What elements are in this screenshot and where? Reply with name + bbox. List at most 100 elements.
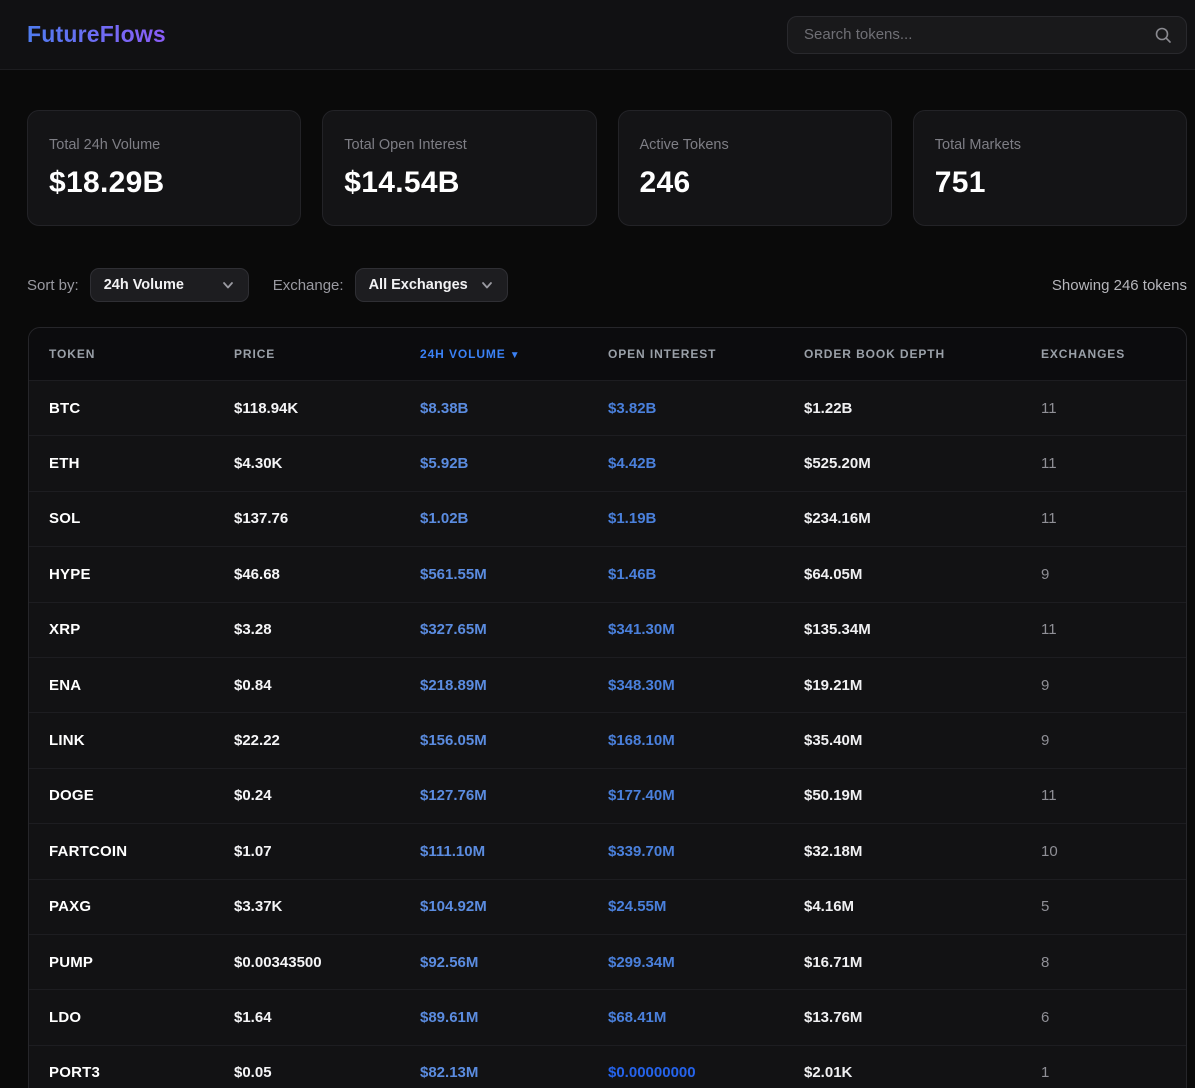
token-volume: $82.13M: [420, 1064, 608, 1081]
token-price: $3.28: [234, 621, 420, 638]
table-row[interactable]: XRP $3.28 $327.65M $341.30M $135.34M 11: [29, 602, 1186, 657]
stat-value: 751: [935, 166, 1165, 200]
sort-dropdown[interactable]: 24h Volume: [90, 268, 249, 302]
chevron-down-icon: [480, 278, 494, 292]
column-header-exchanges[interactable]: EXCHANGES: [1041, 347, 1166, 361]
table-row[interactable]: ETH $4.30K $5.92B $4.42B $525.20M 11: [29, 435, 1186, 490]
token-open-interest: $0.00000000: [608, 1064, 804, 1081]
token-depth: $50.19M: [804, 787, 1041, 804]
exchange-dropdown[interactable]: All Exchanges: [355, 268, 508, 302]
token-symbol: PORT3: [49, 1064, 234, 1081]
exchange-dropdown-value: All Exchanges: [369, 277, 468, 293]
column-header-order-book-depth[interactable]: ORDER BOOK DEPTH: [804, 347, 1041, 361]
token-depth: $64.05M: [804, 566, 1041, 583]
table-row[interactable]: PUMP $0.00343500 $92.56M $299.34M $16.71…: [29, 934, 1186, 989]
app-logo: FutureFlows: [27, 21, 166, 48]
column-header-24h-volume[interactable]: 24H VOLUME▼: [420, 347, 608, 361]
token-depth: $13.76M: [804, 1009, 1041, 1026]
table-row[interactable]: ENA $0.84 $218.89M $348.30M $19.21M 9: [29, 657, 1186, 712]
search-box: [787, 16, 1187, 54]
stats-row: Total 24h Volume $18.29B Total Open Inte…: [27, 110, 1187, 226]
token-depth: $32.18M: [804, 843, 1041, 860]
token-price: $0.00343500: [234, 954, 420, 971]
token-exchanges: 11: [1041, 510, 1166, 527]
column-header-open-interest[interactable]: OPEN INTEREST: [608, 347, 804, 361]
token-volume: $104.92M: [420, 898, 608, 915]
table-row[interactable]: LDO $1.64 $89.61M $68.41M $13.76M 6: [29, 989, 1186, 1044]
table-row[interactable]: FARTCOIN $1.07 $111.10M $339.70M $32.18M…: [29, 823, 1186, 878]
token-price: $0.84: [234, 677, 420, 694]
table-row[interactable]: PORT3 $0.05 $82.13M $0.00000000 $2.01K 1: [29, 1045, 1186, 1088]
token-price: $46.68: [234, 566, 420, 583]
exchange-label: Exchange:: [273, 277, 344, 294]
token-volume: $156.05M: [420, 732, 608, 749]
table-header: TOKENPRICE24H VOLUME▼OPEN INTERESTORDER …: [29, 328, 1186, 380]
token-open-interest: $1.46B: [608, 566, 804, 583]
token-depth: $525.20M: [804, 455, 1041, 472]
token-symbol: ETH: [49, 455, 234, 472]
stat-label: Total Open Interest: [344, 137, 574, 153]
token-volume: $127.76M: [420, 787, 608, 804]
table-row[interactable]: DOGE $0.24 $127.76M $177.40M $50.19M 11: [29, 768, 1186, 823]
token-open-interest: $177.40M: [608, 787, 804, 804]
table-row[interactable]: HYPE $46.68 $561.55M $1.46B $64.05M 9: [29, 546, 1186, 601]
token-depth: $35.40M: [804, 732, 1041, 749]
table-row[interactable]: PAXG $3.37K $104.92M $24.55M $4.16M 5: [29, 879, 1186, 934]
token-exchanges: 11: [1041, 787, 1166, 804]
stat-card-active-tokens: Active Tokens 246: [618, 110, 892, 226]
token-symbol: LINK: [49, 732, 234, 749]
token-volume: $561.55M: [420, 566, 608, 583]
column-header-price[interactable]: PRICE: [234, 347, 420, 361]
token-open-interest: $168.10M: [608, 732, 804, 749]
token-symbol: ENA: [49, 677, 234, 694]
token-exchanges: 11: [1041, 455, 1166, 472]
token-symbol: DOGE: [49, 787, 234, 804]
token-open-interest: $341.30M: [608, 621, 804, 638]
token-depth: $16.71M: [804, 954, 1041, 971]
stat-value: $14.54B: [344, 166, 574, 200]
token-open-interest: $4.42B: [608, 455, 804, 472]
controls-row: Sort by: 24h Volume Exchange: All Exchan…: [27, 268, 1187, 302]
token-volume: $5.92B: [420, 455, 608, 472]
token-price: $22.22: [234, 732, 420, 749]
token-volume: $8.38B: [420, 400, 608, 417]
table-row[interactable]: SOL $137.76 $1.02B $1.19B $234.16M 11: [29, 491, 1186, 546]
table-row[interactable]: BTC $118.94K $8.38B $3.82B $1.22B 11: [29, 380, 1186, 435]
token-depth: $1.22B: [804, 400, 1041, 417]
token-exchanges: 11: [1041, 621, 1166, 638]
token-price: $1.07: [234, 843, 420, 860]
table-row[interactable]: LINK $22.22 $156.05M $168.10M $35.40M 9: [29, 712, 1186, 767]
token-open-interest: $3.82B: [608, 400, 804, 417]
token-depth: $19.21M: [804, 677, 1041, 694]
stat-card-total-markets: Total Markets 751: [913, 110, 1187, 226]
token-volume: $111.10M: [420, 843, 608, 860]
token-price: $4.30K: [234, 455, 420, 472]
token-volume: $92.56M: [420, 954, 608, 971]
token-volume: $218.89M: [420, 677, 608, 694]
top-bar: FutureFlows: [0, 0, 1195, 70]
tokens-table: TOKENPRICE24H VOLUME▼OPEN INTERESTORDER …: [28, 327, 1187, 1088]
token-symbol: FARTCOIN: [49, 843, 234, 860]
table-body: BTC $118.94K $8.38B $3.82B $1.22B 11 ETH…: [29, 380, 1186, 1088]
token-exchanges: 8: [1041, 954, 1166, 971]
search-icon: [1153, 25, 1173, 45]
sort-dropdown-value: 24h Volume: [104, 277, 184, 293]
stat-label: Active Tokens: [640, 137, 870, 153]
column-header-token[interactable]: TOKEN: [49, 347, 234, 361]
search-input[interactable]: [787, 16, 1187, 54]
stat-card-total-volume: Total 24h Volume $18.29B: [27, 110, 301, 226]
token-price: $1.64: [234, 1009, 420, 1026]
token-depth: $135.34M: [804, 621, 1041, 638]
token-depth: $2.01K: [804, 1064, 1041, 1081]
token-volume: $327.65M: [420, 621, 608, 638]
token-symbol: HYPE: [49, 566, 234, 583]
token-exchanges: 11: [1041, 400, 1166, 417]
token-price: $0.24: [234, 787, 420, 804]
token-open-interest: $299.34M: [608, 954, 804, 971]
token-exchanges: 9: [1041, 732, 1166, 749]
showing-count: Showing 246 tokens: [1052, 277, 1187, 294]
token-exchanges: 9: [1041, 566, 1166, 583]
sort-direction-icon: ▼: [510, 350, 521, 361]
token-symbol: SOL: [49, 510, 234, 527]
sort-by-label: Sort by:: [27, 277, 79, 294]
